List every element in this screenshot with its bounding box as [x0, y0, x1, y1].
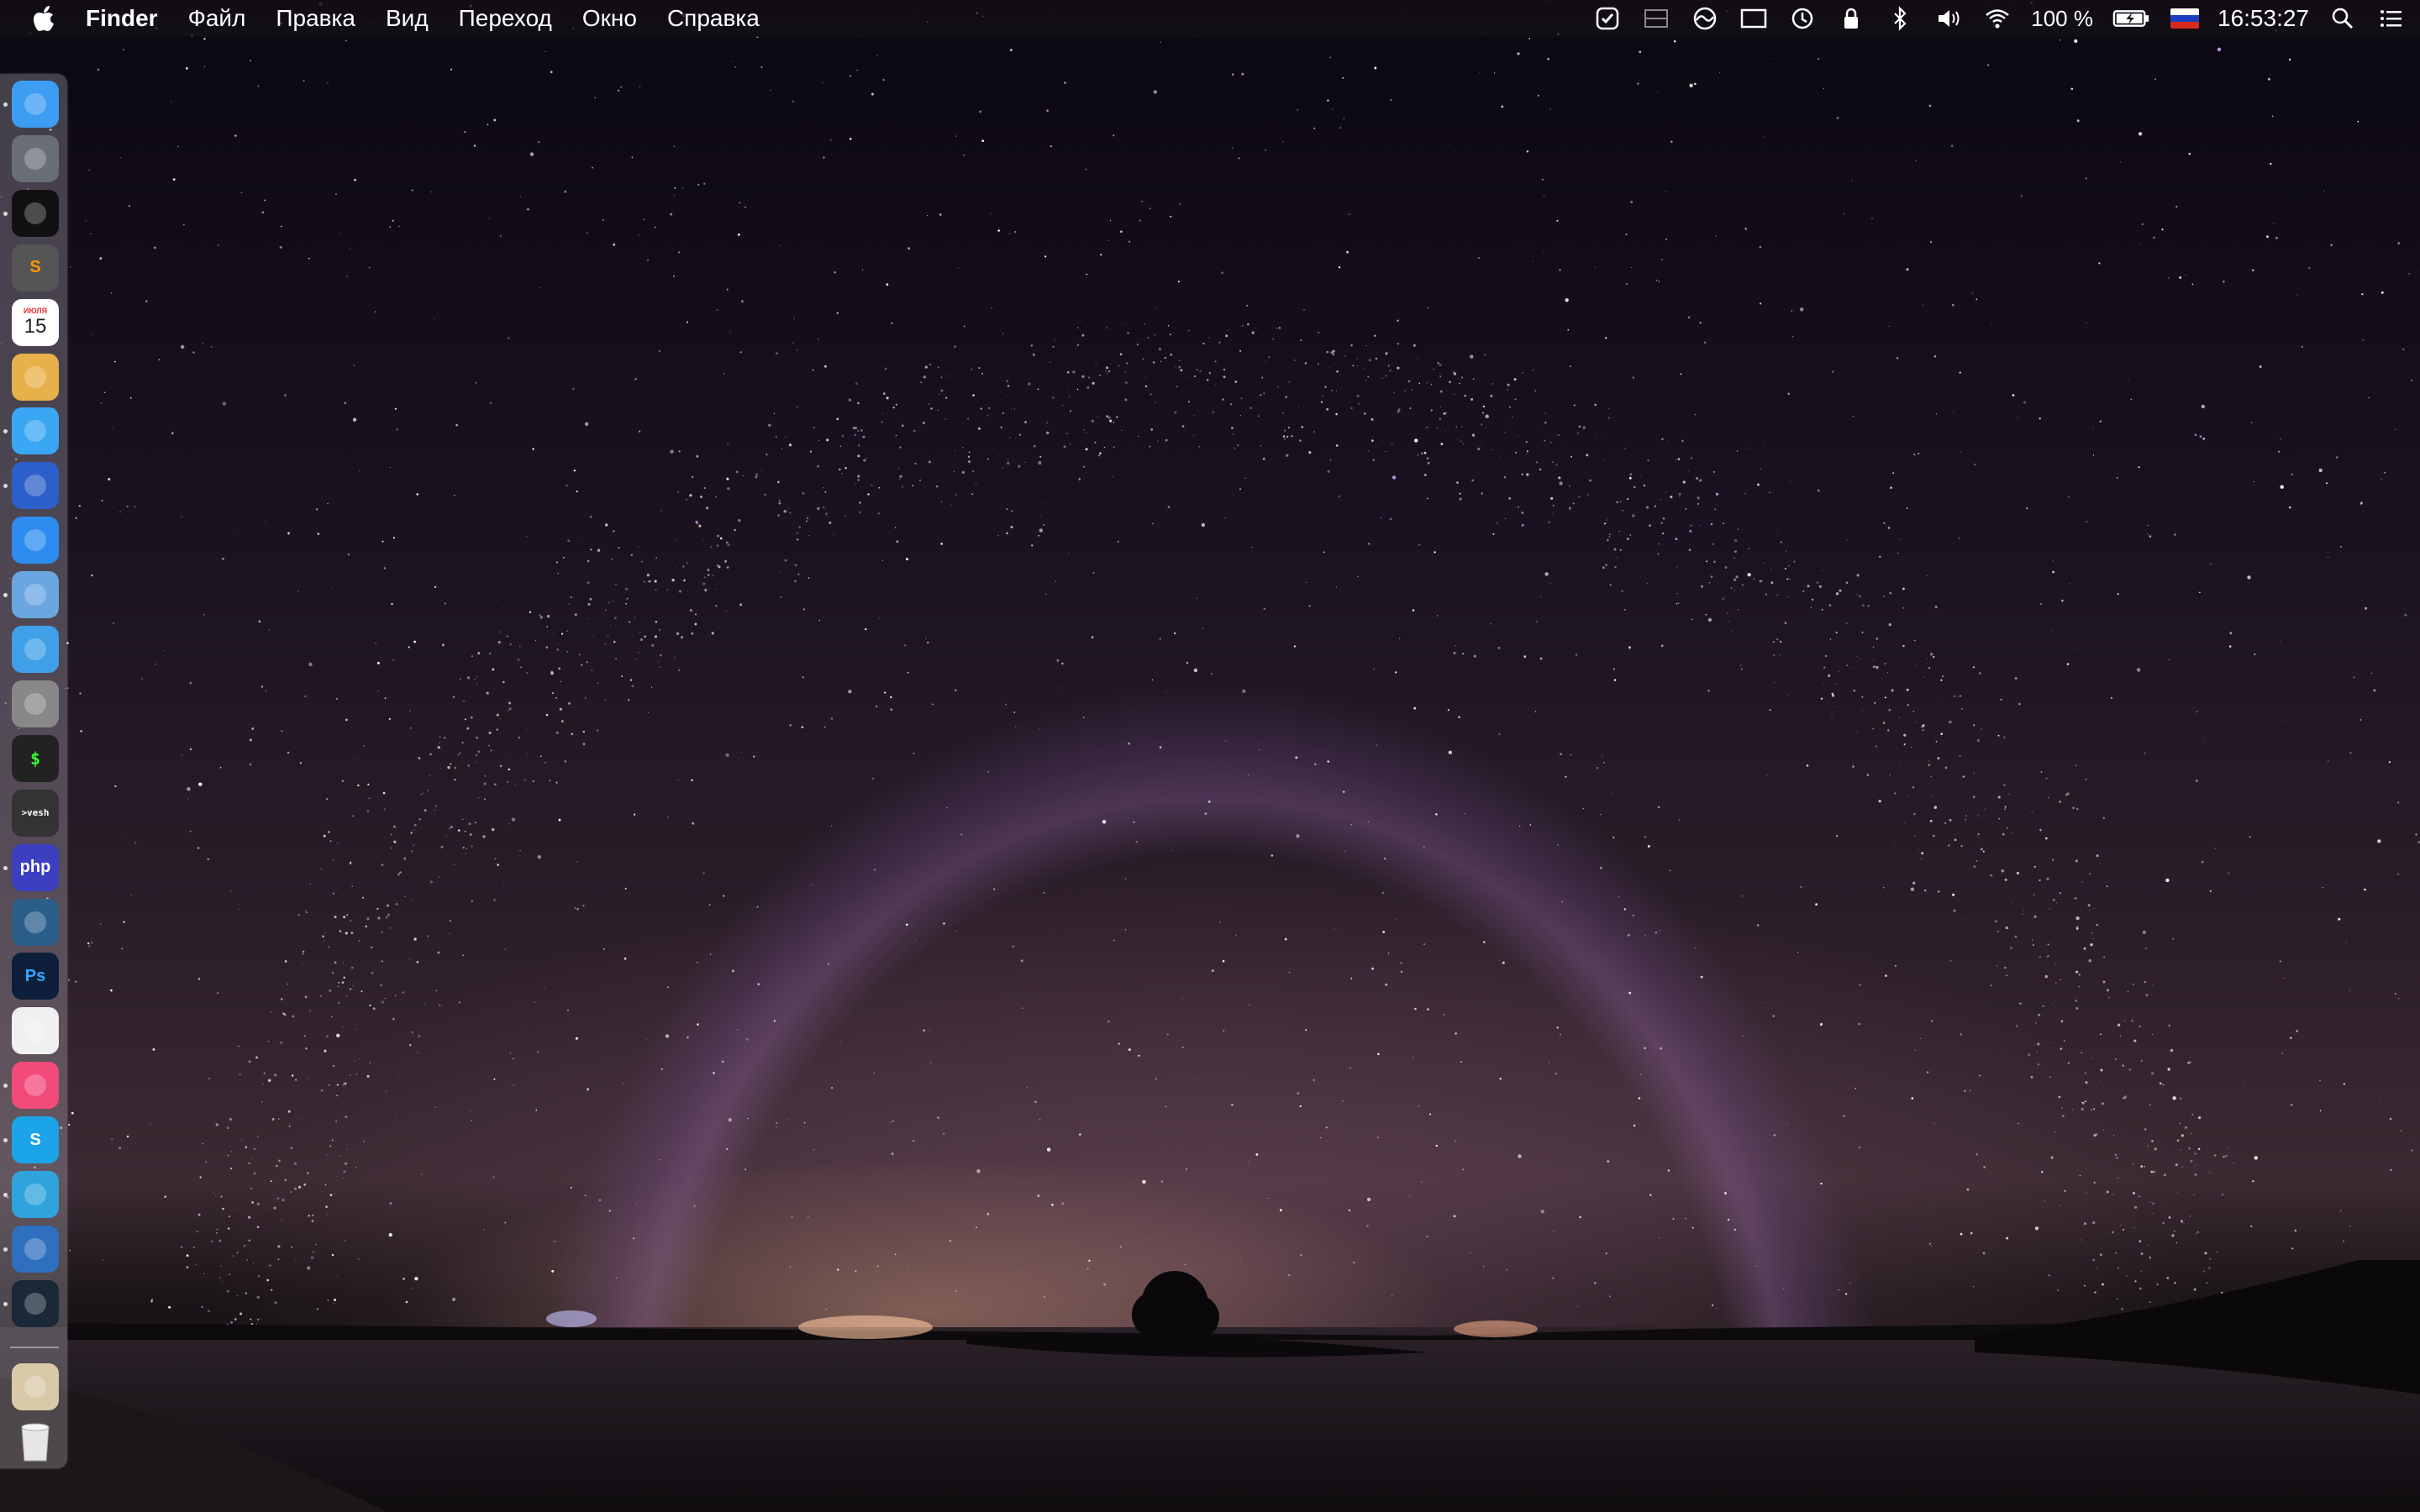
bluetooth-icon[interactable] — [1885, 3, 1915, 34]
checkmark-icon[interactable] — [1592, 3, 1623, 34]
dock-calendar-icon[interactable]: ИЮЛЯ 15 — [12, 298, 59, 346]
dock-mysql-workbench-icon[interactable] — [12, 898, 59, 946]
wallpaper-landscape — [0, 1260, 2420, 1512]
creative-cloud-icon[interactable] — [1690, 3, 1720, 34]
apple-icon[interactable] — [20, 5, 71, 32]
dock-vesh-icon[interactable]: >vesh — [12, 789, 59, 837]
skype-glyph: S — [29, 1130, 41, 1149]
menu-file[interactable]: Файл — [173, 0, 261, 37]
running-indicator — [3, 211, 8, 216]
display-icon[interactable] — [1739, 3, 1769, 34]
menu-edit[interactable]: Правка — [260, 0, 371, 37]
wifi-icon[interactable] — [1982, 3, 2012, 34]
running-indicator — [3, 865, 8, 870]
dock-phpstorm-icon[interactable]: php — [12, 843, 59, 891]
running-indicator — [3, 1138, 8, 1143]
menu-bar: Finder Файл Правка Вид Переход Окно Спра… — [0, 0, 2420, 37]
dock-skype-icon[interactable]: S — [12, 1116, 59, 1164]
dock-sublime-text-icon[interactable]: S — [12, 244, 59, 291]
time-machine-icon[interactable] — [1787, 3, 1818, 34]
running-indicator — [3, 1301, 8, 1306]
dock-downloads-stack-icon[interactable] — [12, 1363, 59, 1410]
dock-activity-monitor-icon[interactable] — [12, 189, 59, 237]
running-indicator — [3, 429, 8, 434]
calendar-month: ИЮЛЯ — [23, 306, 48, 315]
photoshop-glyph: Ps — [24, 966, 46, 985]
vesh-glyph: >vesh — [21, 807, 50, 819]
running-indicator — [3, 1084, 8, 1089]
dock-adium-icon[interactable] — [12, 1225, 59, 1273]
running-indicator — [3, 484, 8, 489]
dock-safari-icon[interactable] — [12, 517, 59, 564]
phpstorm-glyph: php — [19, 858, 51, 877]
menu-help[interactable]: Справка — [652, 0, 775, 37]
dock-separator — [10, 1347, 59, 1348]
running-indicator — [3, 1247, 8, 1252]
dock-telegram-icon[interactable] — [12, 1171, 59, 1218]
running-indicator — [3, 1193, 8, 1197]
dock-terminal-icon[interactable]: $ — [12, 734, 59, 782]
dock-itunes-icon[interactable] — [12, 1062, 59, 1110]
menu-window[interactable]: Окно — [567, 0, 652, 37]
running-indicator — [3, 102, 8, 107]
lock-icon[interactable] — [1836, 3, 1866, 34]
volume-icon[interactable] — [1933, 3, 1964, 34]
dock-messenger-icon[interactable] — [12, 462, 59, 510]
calendar-day: 15 — [24, 314, 47, 338]
dock-system-preferences-icon[interactable] — [12, 680, 59, 727]
dock: S ИЮЛЯ 15 $ >vesh php Ps S — [0, 74, 67, 1468]
dock-finder-icon[interactable] — [12, 81, 59, 128]
spotlight-icon[interactable] — [2328, 3, 2358, 34]
dock-photos-icon[interactable] — [12, 1007, 59, 1055]
dock-steam-icon[interactable] — [12, 1279, 59, 1327]
dock-virtualbox-icon[interactable] — [12, 626, 59, 673]
dock-notes-icon[interactable] — [12, 353, 59, 401]
menu-finder[interactable]: Finder — [71, 0, 173, 37]
notification-center-icon[interactable] — [2376, 3, 2407, 34]
dock-messages-icon[interactable] — [12, 407, 59, 455]
dock-preview-icon[interactable] — [12, 571, 59, 619]
sublime-text-glyph: S — [29, 258, 41, 277]
battery-icon[interactable] — [2112, 3, 2152, 34]
desktop-wallpaper — [0, 0, 2420, 1512]
battery-percent: 100 % — [2031, 5, 2093, 31]
menu-view[interactable]: Вид — [371, 0, 444, 37]
menu-meters-icon[interactable] — [1641, 3, 1671, 34]
clock[interactable]: 16:53:27 — [2217, 5, 2309, 32]
terminal-glyph: $ — [29, 748, 41, 769]
dock-photoshop-icon[interactable]: Ps — [12, 953, 59, 1000]
menu-go[interactable]: Переход — [444, 0, 567, 37]
flag-icon[interactable] — [2170, 8, 2199, 29]
dock-trash-icon[interactable] — [12, 1418, 59, 1465]
running-indicator — [3, 593, 8, 598]
dock-launchpad-icon[interactable] — [12, 134, 59, 182]
